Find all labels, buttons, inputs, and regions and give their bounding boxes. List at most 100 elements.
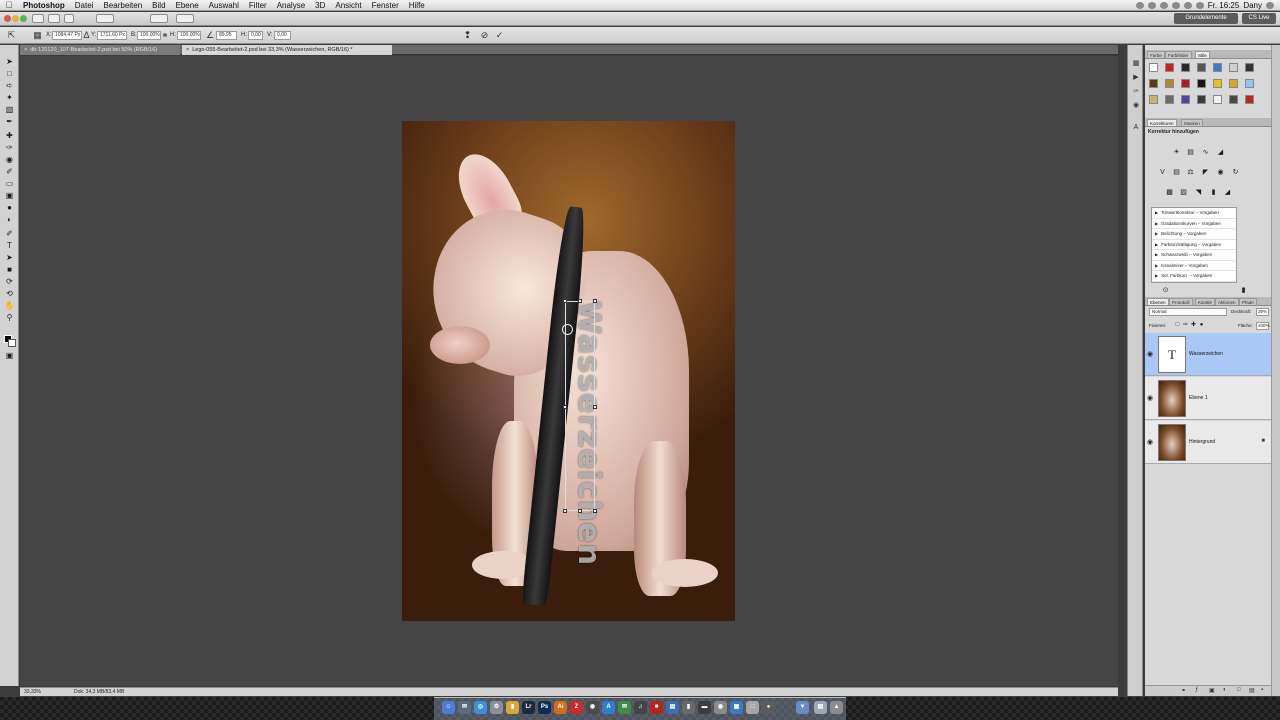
threshold-icon[interactable]: ◥ (1194, 188, 1203, 197)
preview-icon[interactable]: ▣ (730, 701, 743, 714)
background-color-swatch[interactable] (8, 339, 16, 347)
layer-thumbnail[interactable] (1158, 424, 1186, 461)
style-swatch[interactable] (1149, 63, 1158, 72)
document-image[interactable]: Wasserzeichen (402, 121, 735, 621)
preset-item-gradation[interactable]: ▶ Gradationskurven – Vorgaben (1152, 219, 1236, 229)
style-swatch[interactable] (1245, 79, 1254, 88)
hand-tool-icon[interactable]: ✋ (3, 301, 16, 311)
screen-mode-button[interactable] (176, 14, 194, 23)
zoom-level-field[interactable]: 33,33% (24, 689, 41, 695)
character-panel-icon[interactable]: A (1131, 123, 1141, 132)
view-extras-button[interactable] (64, 14, 74, 23)
expand-triangle-icon[interactable]: ▶ (1155, 273, 1158, 278)
style-swatch[interactable] (1149, 95, 1158, 104)
type-tool-icon[interactable]: T (3, 241, 16, 251)
healing-brush-tool-icon[interactable]: ✚ (3, 131, 16, 141)
application-icon[interactable]: ■ (650, 701, 663, 714)
crop-tool-icon[interactable]: ▧ (3, 105, 16, 115)
curves-icon[interactable]: ∿ (1201, 148, 1210, 157)
levels-icon[interactable]: ▤ (1186, 148, 1195, 157)
brightness-contrast-icon[interactable]: ☀ (1172, 148, 1181, 157)
tab-protokoll[interactable]: Protokoll (1169, 298, 1193, 305)
tab-kanaele[interactable]: Kanäle (1195, 298, 1216, 305)
menu-bearbeiten[interactable]: Bearbeiten (98, 0, 147, 11)
exposure-icon[interactable]: ◢ (1216, 148, 1225, 157)
expand-triangle-icon[interactable]: ▶ (1155, 221, 1158, 226)
tab-stile[interactable]: Stile (1195, 51, 1210, 58)
cancel-transform-icon[interactable]: ⊘ (479, 30, 490, 41)
style-swatch[interactable] (1213, 63, 1222, 72)
menu-3d[interactable]: 3D (310, 0, 330, 11)
window-minimize-button[interactable] (12, 15, 19, 22)
color-balance-icon[interactable]: ⚖ (1186, 168, 1195, 177)
path-selection-tool-icon[interactable]: ➤ (3, 253, 16, 263)
illustrator-icon[interactable]: Ai (554, 701, 567, 714)
terminal-icon[interactable]: ▮ (682, 701, 695, 714)
trash-icon[interactable]: ▲ (830, 701, 843, 714)
menu-analyse[interactable]: Analyse (272, 0, 310, 11)
documents-stack-icon[interactable]: ▤ (814, 701, 827, 714)
panel-scrollbar[interactable] (1271, 45, 1280, 696)
tab-farbfelder[interactable]: Farbfelder (1165, 51, 1192, 58)
bluetooth-icon[interactable] (1159, 2, 1168, 9)
menu-hilfe[interactable]: Hilfe (404, 0, 430, 11)
opacity-field[interactable]: 29% (1256, 308, 1269, 316)
transform-handle-top-right[interactable] (593, 299, 597, 303)
blend-mode-select[interactable]: Normal (1149, 308, 1227, 316)
quick-mask-icon[interactable]: ▣ (3, 351, 16, 361)
reference-point-icon[interactable]: ▦ (32, 30, 43, 41)
expand-triangle-icon[interactable]: ▶ (1155, 210, 1158, 215)
delete-layer-icon[interactable]: ▪ (1261, 687, 1263, 693)
new-group-icon[interactable]: □ (1237, 687, 1241, 693)
channel-mixer-icon[interactable]: ↻ (1231, 168, 1240, 177)
brush-panel-icon[interactable]: ✑ (1131, 87, 1141, 96)
invert-icon[interactable]: ▩ (1165, 188, 1174, 197)
window-zoom-button[interactable] (20, 15, 27, 22)
layer-style-icon[interactable]: ƒ (1195, 687, 1198, 693)
style-swatch[interactable] (1165, 79, 1174, 88)
hue-saturation-icon[interactable]: ▤ (1172, 168, 1181, 177)
system-preferences-icon[interactable]: ⚙ (490, 701, 503, 714)
rectangle-tool-icon[interactable]: ■ (3, 265, 16, 275)
style-swatch[interactable] (1197, 63, 1206, 72)
menu-filter[interactable]: Filter (244, 0, 272, 11)
lock-all-icon[interactable]: ● (1197, 321, 1206, 330)
width-scale-field[interactable]: 100,00% (137, 31, 161, 40)
menu-app-name[interactable]: Photoshop (18, 0, 70, 11)
history-brush-tool-icon[interactable]: ✐ (3, 167, 16, 177)
dodge-tool-icon[interactable]: ◐ (3, 215, 16, 225)
layer-name[interactable]: Wasserzeichen (1189, 351, 1223, 357)
finder-icon[interactable]: ☺ (442, 701, 455, 714)
vertical-skew-field[interactable]: 0,00 (274, 31, 291, 40)
tab-aktionen[interactable]: Aktionen (1215, 298, 1239, 305)
menu-ansicht[interactable]: Ansicht (330, 0, 366, 11)
style-swatch[interactable] (1181, 63, 1190, 72)
close-tab-icon[interactable]: × (186, 47, 189, 53)
app-icon[interactable]: ● (762, 701, 775, 714)
style-swatch[interactable] (1181, 79, 1190, 88)
commit-transform-icon[interactable]: ✓ (494, 30, 505, 41)
quick-selection-tool-icon[interactable]: ✦ (3, 93, 16, 103)
actions-panel-icon[interactable]: ▶ (1131, 73, 1141, 82)
horizontal-skew-field[interactable]: 0,00 (248, 31, 263, 40)
apple-icon[interactable]:  (0, 0, 18, 11)
tab-ebenen[interactable]: Ebenen (1147, 298, 1169, 305)
timemachine-icon[interactable] (1147, 2, 1156, 9)
volume-icon[interactable] (1183, 2, 1192, 9)
style-swatch[interactable] (1245, 95, 1254, 104)
transform-handle-top-left[interactable] (563, 299, 567, 303)
layer-thumbnail[interactable] (1158, 380, 1186, 417)
history-panel-icon[interactable]: ▩ (1131, 59, 1141, 68)
style-swatch[interactable] (1213, 95, 1222, 104)
expand-triangle-icon[interactable]: ▶ (1155, 263, 1158, 268)
style-swatch[interactable] (1229, 63, 1238, 72)
fill-field[interactable]: 100% (1256, 322, 1270, 330)
y-position-field[interactable]: 1711,60 Px (97, 31, 127, 40)
window-close-button[interactable] (4, 15, 11, 22)
preset-item-kanalmixer[interactable]: ▶ Kanalmixer – Vorgaben (1152, 261, 1236, 271)
style-swatch[interactable] (1181, 95, 1190, 104)
lightroom-icon[interactable]: Lr (522, 701, 535, 714)
menu-bild[interactable]: Bild (147, 0, 170, 11)
battery-icon[interactable] (1195, 2, 1204, 9)
move-tool-icon[interactable]: ➤ (3, 57, 16, 67)
